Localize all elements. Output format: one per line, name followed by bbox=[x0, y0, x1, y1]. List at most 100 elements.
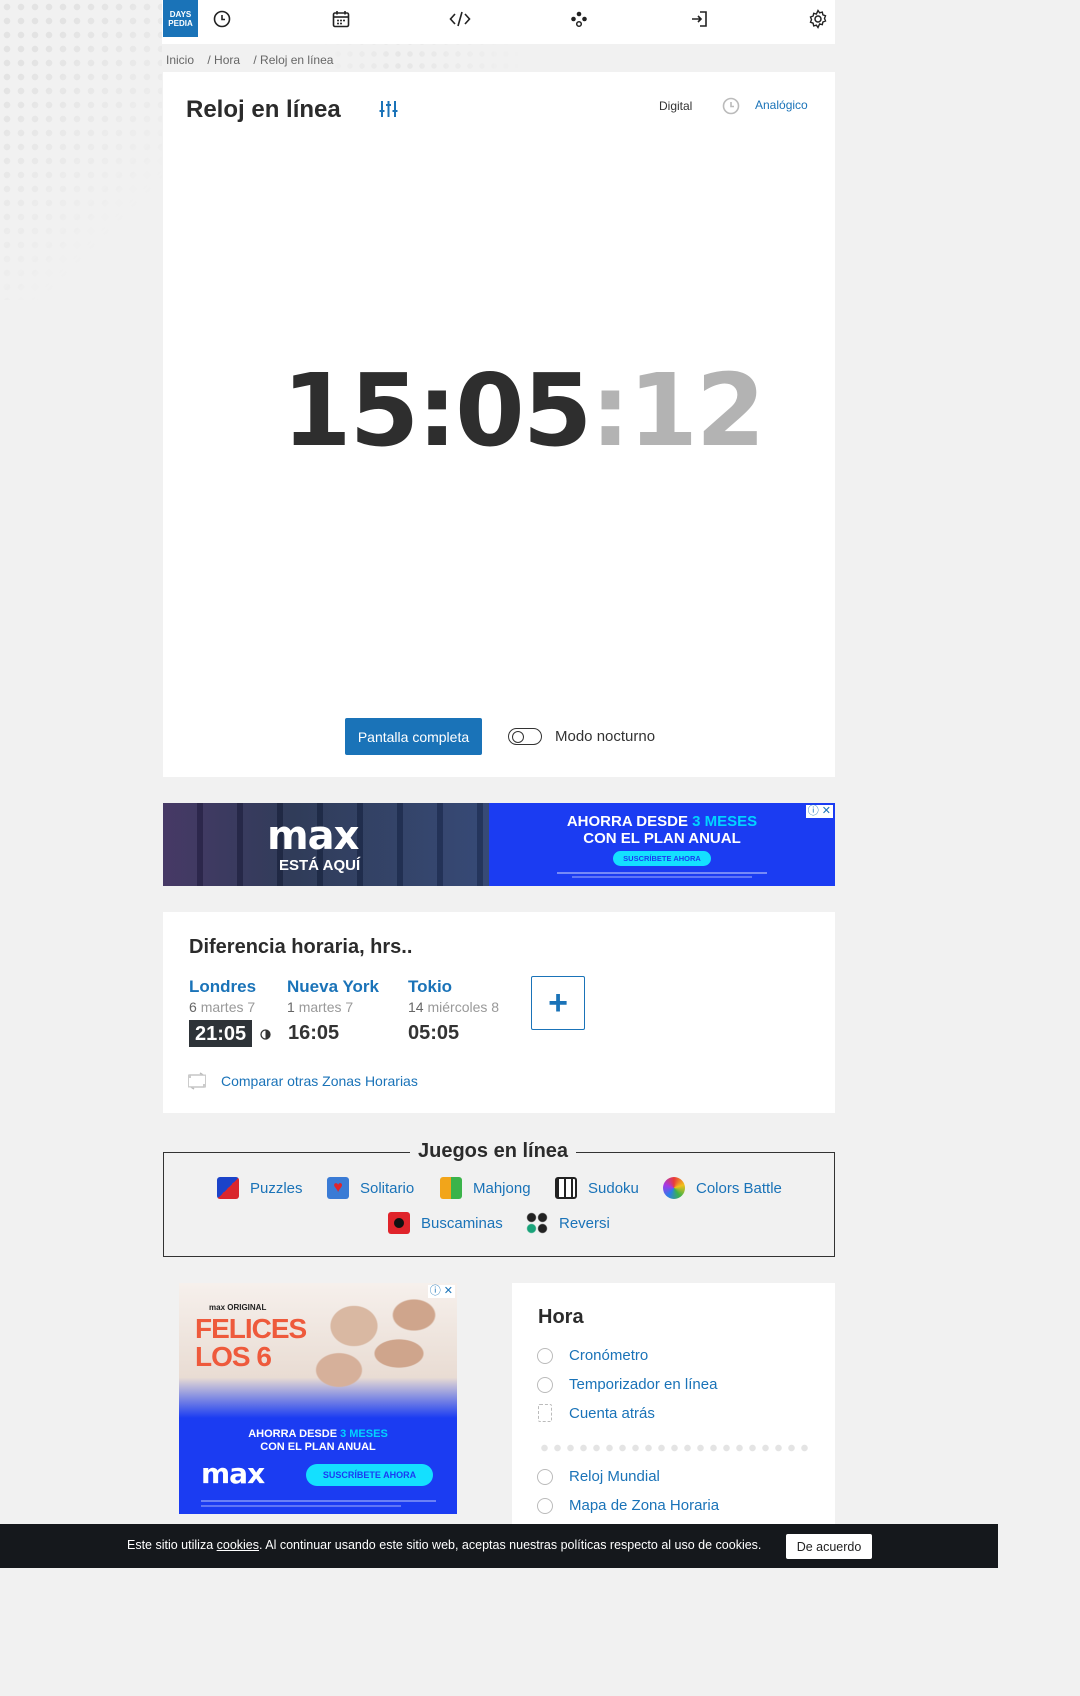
city-offset: 1 bbox=[287, 999, 295, 1015]
ad-cta[interactable]: SUSCRÍBETE AHORA bbox=[613, 851, 711, 866]
settings-icon[interactable] bbox=[807, 8, 829, 30]
city-day: miércoles 8 bbox=[427, 999, 500, 1015]
link-cronometro[interactable]: Cronómetro bbox=[569, 1347, 648, 1364]
game-label: Colors Battle bbox=[696, 1179, 782, 1197]
heart-icon: ♥ bbox=[327, 1177, 349, 1199]
compare-icon bbox=[187, 1072, 207, 1095]
cookie-text-after: . Al continuar usando este sitio web, ac… bbox=[259, 1538, 762, 1552]
city-time: 16:05 bbox=[288, 1022, 340, 1044]
game-label: Sudoku bbox=[588, 1179, 639, 1197]
city-name[interactable]: Nueva York bbox=[287, 977, 379, 997]
ad-banner-poster: max ESTÁ AQUÍ bbox=[163, 803, 489, 886]
breadcrumb: Inicio / Hora / Reloj en línea bbox=[166, 53, 339, 67]
ad-banner-offer: AHORRA DESDE 3 MESES CON EL PLAN ANUAL S… bbox=[489, 803, 835, 886]
cookie-text-before: Este sitio utiliza bbox=[127, 1538, 217, 1552]
logo-line2: PEDIA bbox=[168, 19, 193, 28]
clock-hours-minutes: 15:05 bbox=[282, 352, 592, 469]
logo-line1: DAYS bbox=[169, 10, 192, 19]
ad-brand: max bbox=[267, 813, 359, 859]
city-offset: 14 bbox=[408, 999, 424, 1015]
link-reloj-mundial[interactable]: Reloj Mundial bbox=[569, 1468, 660, 1485]
ad-close-icon[interactable]: ⓘ ✕ bbox=[805, 805, 833, 818]
city-date: 14 miércoles 8 bbox=[408, 999, 499, 1015]
game-link-mahjong[interactable]: Mahjong bbox=[440, 1177, 531, 1199]
game-link-buscaminas[interactable]: Buscaminas bbox=[388, 1212, 503, 1234]
ad-headline-1: AHORRA DESDE bbox=[566, 813, 688, 830]
ad-tagline: ESTÁ AQUÍ bbox=[279, 857, 361, 874]
ad-side-close-icon[interactable]: ⓘ ✕ bbox=[427, 1285, 455, 1298]
ad-side-title-1: FELICES bbox=[195, 1313, 307, 1344]
mode-digital[interactable]: Digital bbox=[659, 99, 692, 113]
timer-icon bbox=[537, 1377, 553, 1393]
digital-clock: 15:05:12 bbox=[282, 352, 765, 469]
link-cuenta-atras[interactable]: Cuenta atrás bbox=[569, 1405, 655, 1422]
add-city-button[interactable]: + bbox=[531, 976, 585, 1030]
city-time: 05:05 bbox=[408, 1022, 460, 1044]
clock-separator: : bbox=[590, 352, 630, 469]
section-divider bbox=[538, 1444, 810, 1452]
night-mode-toggle[interactable] bbox=[508, 728, 542, 745]
game-link-colors-battle[interactable]: Colors Battle bbox=[663, 1177, 782, 1199]
breadcrumb-current: / Reloj en línea bbox=[253, 53, 334, 67]
time-diff-title: Diferencia horaria, hrs.. bbox=[189, 936, 413, 958]
cookie-bar: Este sitio utiliza cookies. Al continuar… bbox=[0, 1524, 998, 1568]
ad-side-highlight: 3 MESES bbox=[340, 1428, 388, 1440]
city-date: 1 martes 7 bbox=[287, 999, 353, 1015]
city-day: martes 7 bbox=[298, 999, 354, 1015]
city-name[interactable]: Tokio bbox=[408, 977, 452, 997]
city-date: 6 martes 7 bbox=[189, 999, 255, 1015]
ad-side-cta[interactable]: SUSCRÍBETE AHORA bbox=[306, 1464, 433, 1486]
breadcrumb-hora[interactable]: / Hora bbox=[207, 53, 240, 67]
cookie-text: Este sitio utiliza cookies. Al continuar… bbox=[127, 1538, 761, 1552]
background-pattern bbox=[0, 0, 162, 300]
mode-analog[interactable]: Analógico bbox=[755, 98, 808, 112]
games-icon[interactable] bbox=[568, 8, 590, 30]
game-link-solitario[interactable]: ♥ Solitario bbox=[327, 1177, 414, 1199]
ad-side-headline-1: AHORRA DESDE bbox=[248, 1428, 338, 1440]
globe-icon bbox=[537, 1498, 553, 1514]
cookie-link[interactable]: cookies bbox=[217, 1538, 259, 1552]
game-link-reversi[interactable]: Reversi bbox=[526, 1212, 610, 1234]
ad-side-title-2: LOS 6 bbox=[195, 1341, 272, 1372]
fullscreen-button[interactable]: Pantalla completa bbox=[345, 718, 482, 755]
game-label: Buscaminas bbox=[421, 1214, 503, 1232]
login-icon[interactable] bbox=[688, 8, 710, 30]
clock-seconds: 12 bbox=[628, 352, 765, 469]
breadcrumb-inicio[interactable]: Inicio bbox=[166, 53, 194, 67]
code-icon[interactable] bbox=[449, 8, 471, 30]
game-link-puzzles[interactable]: Puzzles bbox=[217, 1177, 303, 1199]
reversi-icon bbox=[526, 1212, 548, 1234]
calendar-icon[interactable] bbox=[330, 8, 352, 30]
games-box bbox=[163, 1152, 835, 1257]
compare-zones-link[interactable]: Comparar otras Zonas Horarias bbox=[221, 1073, 418, 1089]
mahjong-icon bbox=[440, 1177, 462, 1199]
game-link-sudoku[interactable]: Sudoku bbox=[555, 1177, 639, 1199]
ad-side[interactable]: max ORIGINAL FELICES LOS 6 AHORRA DESDE … bbox=[179, 1283, 457, 1514]
night-indicator-icon bbox=[260, 1027, 271, 1045]
link-mapa-zona[interactable]: Mapa de Zona Horaria bbox=[569, 1497, 719, 1514]
top-nav bbox=[162, 0, 835, 44]
game-label: Solitario bbox=[360, 1179, 415, 1197]
games-title: Juegos en línea bbox=[410, 1140, 577, 1163]
ad-side-headline-2: CON EL PLAN ANUAL bbox=[260, 1441, 376, 1453]
ad-side-brand: max bbox=[201, 1457, 265, 1490]
analog-clock-icon[interactable] bbox=[722, 97, 740, 120]
ad-banner[interactable]: max ESTÁ AQUÍ AHORRA DESDE 3 MESES CON E… bbox=[163, 803, 835, 886]
ad-headline-highlight: 3 MESES bbox=[692, 813, 758, 830]
mine-icon bbox=[388, 1212, 410, 1234]
game-label: Reversi bbox=[559, 1214, 610, 1232]
link-temporizador[interactable]: Temporizador en línea bbox=[569, 1376, 717, 1393]
night-mode-label: Modo nocturno bbox=[555, 728, 656, 745]
world-clock-icon bbox=[537, 1469, 553, 1485]
hora-title: Hora bbox=[538, 1306, 584, 1328]
adjust-icon[interactable] bbox=[378, 100, 399, 123]
cookie-accept-button[interactable]: De acuerdo bbox=[786, 1534, 872, 1559]
page-title: Reloj en línea bbox=[186, 96, 341, 123]
ad-headline-2: CON EL PLAN ANUAL bbox=[583, 830, 741, 847]
site-logo[interactable]: DAYS PEDIA bbox=[163, 0, 198, 37]
game-label: Puzzles bbox=[250, 1179, 303, 1197]
city-time: 21:05 bbox=[189, 1020, 253, 1047]
city-name[interactable]: Londres bbox=[189, 977, 256, 997]
countdown-icon bbox=[538, 1404, 552, 1422]
clock-icon[interactable] bbox=[211, 8, 233, 30]
